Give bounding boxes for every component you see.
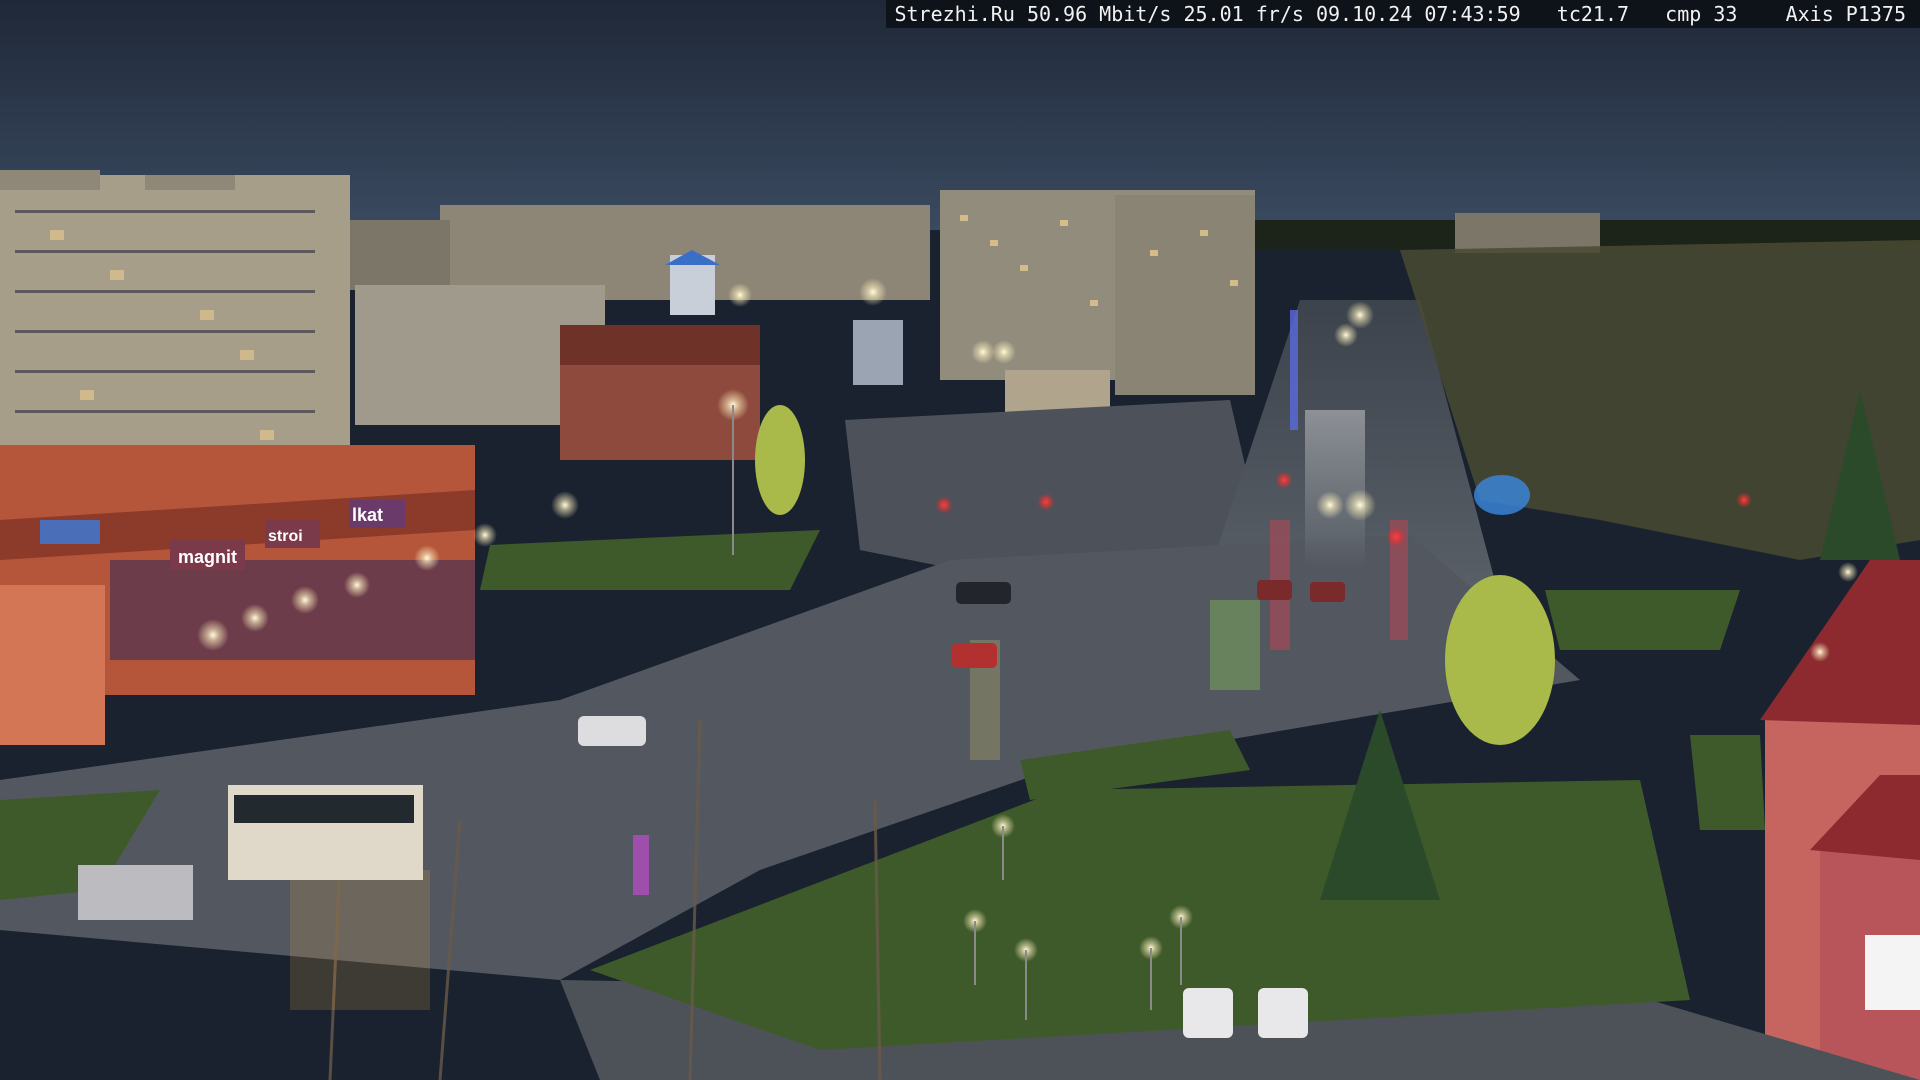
red-car bbox=[952, 643, 997, 668]
date: 09.10.24 bbox=[1315, 2, 1413, 26]
bitrate: 50.96 Mbit/s bbox=[1026, 2, 1172, 26]
white-suv-road bbox=[578, 716, 646, 746]
right-red-building bbox=[1760, 560, 1920, 1080]
central-tower bbox=[940, 190, 1255, 395]
store-sign-mid: stroi bbox=[268, 528, 303, 545]
parked-car-1 bbox=[1183, 988, 1233, 1038]
dark-car bbox=[956, 582, 1011, 604]
car-far-2 bbox=[1310, 582, 1345, 602]
time: 07:43:59 bbox=[1424, 2, 1521, 26]
site-name: Strezhi.Ru bbox=[894, 2, 1015, 26]
store-sign-left: magnit bbox=[178, 547, 237, 567]
camera-model: Axis P1375 bbox=[1785, 2, 1906, 26]
cmp-value: cmp 33 bbox=[1665, 2, 1738, 26]
store-sign-right: lkat bbox=[352, 505, 383, 525]
tc-value: tc21.7 bbox=[1556, 2, 1630, 26]
car-far-1 bbox=[1257, 580, 1292, 600]
minibus bbox=[78, 865, 193, 920]
framerate: 25.01 fr/s bbox=[1183, 2, 1304, 26]
parked-car-2 bbox=[1258, 988, 1308, 1038]
webcam-scene: magnit stroi lkat bbox=[0, 0, 1920, 1080]
supermarket-building: magnit stroi lkat bbox=[0, 445, 475, 745]
camera-info-overlay: Strezhi.Ru 50.96 Mbit/s 25.01 fr/s 09.10… bbox=[886, 0, 1920, 28]
